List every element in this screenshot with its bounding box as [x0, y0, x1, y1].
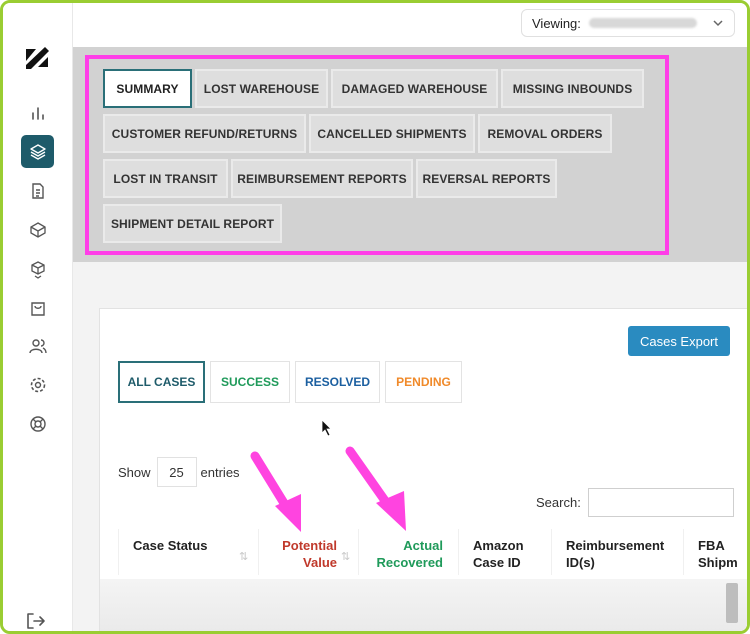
column-label: Actual Recovered: [376, 538, 443, 570]
sort-icon: ⇅: [341, 551, 351, 563]
filter-resolved[interactable]: RESOLVED: [295, 361, 380, 403]
top-header: Viewing:: [73, 3, 747, 47]
search-label: Search:: [536, 495, 581, 510]
lifebuoy-icon: [29, 415, 46, 432]
cases-export-button[interactable]: Cases Export: [628, 326, 730, 356]
document-icon: [31, 182, 44, 199]
tab-lost-in-transit[interactable]: LOST IN TRANSIT: [103, 159, 228, 198]
cube-outline-icon: [29, 221, 46, 238]
entries-label: entries: [200, 464, 240, 480]
shopping-bag-icon: [30, 301, 45, 316]
tab-customer-refund-returns[interactable]: CUSTOMER REFUND/RETURNS: [103, 114, 306, 153]
sidebar-item-orders[interactable]: [21, 291, 54, 324]
tab-cancelled-shipments[interactable]: CANCELLED SHIPMENTS: [309, 114, 475, 153]
column-amazon-case-id[interactable]: Amazon Case ID: [458, 529, 551, 575]
chevron-down-icon: [713, 20, 723, 27]
box-dropdown-icon: [30, 260, 45, 279]
table-search: Search:: [536, 488, 734, 517]
page-length-control: Show 25 entries: [118, 457, 240, 487]
tab-shipment-detail-report[interactable]: SHIPMENT DETAIL REPORT: [103, 204, 282, 243]
column-label: Case Status: [133, 538, 208, 553]
layers-icon: [29, 143, 46, 160]
column-label: Amazon Case ID: [473, 538, 524, 570]
gear-icon: [30, 377, 45, 392]
column-actual-recovered[interactable]: Actual Recovered: [358, 529, 458, 575]
page-length-select[interactable]: 25: [156, 457, 197, 487]
report-tabs-panel: SUMMARY LOST WAREHOUSE DAMAGED WAREHOUSE…: [73, 47, 747, 262]
viewing-label: Viewing:: [532, 15, 581, 31]
tab-summary[interactable]: SUMMARY: [103, 69, 192, 108]
sidebar: [3, 3, 73, 631]
tab-reversal-reports[interactable]: REVERSAL REPORTS: [416, 159, 557, 198]
tab-lost-warehouse[interactable]: LOST WAREHOUSE: [195, 69, 328, 108]
sidebar-item-cases[interactable]: [21, 135, 54, 168]
tab-removal-orders[interactable]: REMOVAL ORDERS: [478, 114, 612, 153]
account-name-redacted: [588, 18, 697, 28]
sidebar-item-support[interactable]: [21, 407, 54, 440]
column-reimbursement-ids[interactable]: Reimbursement ID(s): [551, 529, 683, 575]
sort-icon: ⇅: [239, 551, 249, 563]
sidebar-item-settings[interactable]: [21, 368, 54, 401]
table-body-loading: [100, 579, 747, 631]
tab-damaged-warehouse[interactable]: DAMAGED WAREHOUSE: [331, 69, 498, 108]
column-label: FBA Shipm: [698, 538, 738, 570]
sidebar-item-analytics[interactable]: [21, 96, 54, 129]
search-input[interactable]: [587, 488, 734, 517]
viewing-account-select[interactable]: Viewing:: [521, 9, 735, 37]
brand-logo-icon: [26, 47, 49, 69]
users-icon: [28, 338, 47, 353]
column-label: Potential Value: [282, 538, 337, 570]
sidebar-item-users[interactable]: [21, 329, 54, 362]
horizontal-scrollbar-thumb[interactable]: [726, 583, 738, 623]
bar-chart-icon: [31, 106, 44, 120]
filter-pending[interactable]: PENDING: [385, 361, 462, 403]
column-potential-value[interactable]: Potential Value ⇅: [258, 529, 358, 575]
column-label: Reimbursement ID(s): [566, 538, 665, 570]
filter-success[interactable]: SUCCESS: [210, 361, 290, 403]
cases-card: Cases Export ALL CASES SUCCESS RESOLVED …: [99, 308, 747, 631]
column-fba-shipment[interactable]: FBA Shipm: [683, 529, 747, 575]
sidebar-item-inventory[interactable]: [21, 253, 54, 286]
logout-icon[interactable]: [25, 611, 47, 631]
tab-missing-inbounds[interactable]: MISSING INBOUNDS: [501, 69, 644, 108]
show-label: Show: [118, 464, 151, 480]
column-case-status[interactable]: Case Status ⇅: [118, 529, 258, 575]
filter-all-cases[interactable]: ALL CASES: [118, 361, 205, 403]
tab-reimbursement-reports[interactable]: REIMBURSEMENT REPORTS: [231, 159, 413, 198]
app-window: Viewing: SUMMARY LOST WAREHOUSE DAMAGED …: [0, 0, 750, 634]
sidebar-item-products[interactable]: [21, 213, 54, 246]
sidebar-item-documents[interactable]: [21, 174, 54, 207]
